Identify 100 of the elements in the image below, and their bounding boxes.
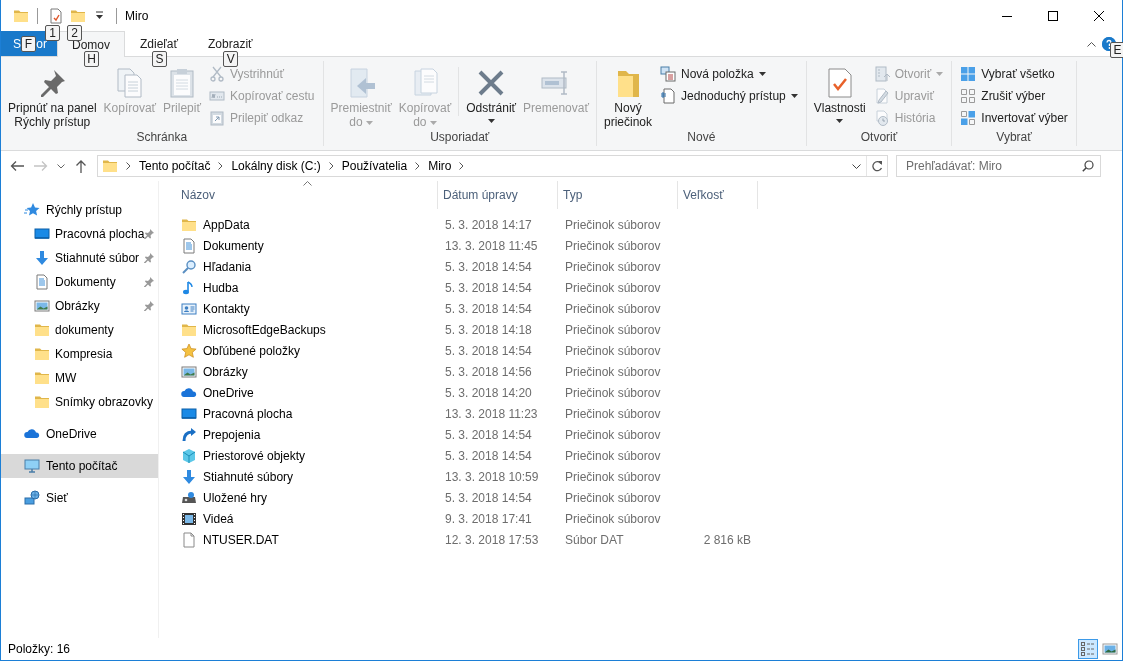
file-name[interactable]: AppData	[203, 217, 250, 232]
ribbon-tab[interactable]: Zobraziť	[208, 36, 253, 52]
keytip: S	[152, 51, 167, 67]
file-type: Priečinok súborov	[564, 490, 662, 505]
file-name[interactable]: Obrázky	[203, 364, 248, 379]
contact-card-icon	[181, 300, 197, 317]
breadcrumb-item[interactable]: Používatelia	[341, 159, 408, 173]
curved-arrow-icon	[181, 426, 197, 443]
grid-icon	[960, 87, 977, 104]
view-button[interactable]	[1078, 639, 1098, 659]
file-name[interactable]: Uložené hry	[203, 490, 268, 505]
network-icon	[24, 490, 40, 506]
file-type: Priečinok súborov	[564, 280, 662, 295]
ribbon-tab[interactable]: Zdieľať	[140, 36, 179, 52]
navigation-item[interactable]: Sieť	[1, 486, 158, 510]
folder-icon	[34, 322, 50, 338]
modified-date: 5. 3. 2018 14:18	[444, 322, 533, 337]
document-icon	[181, 237, 197, 254]
file-name[interactable]: Hudba	[203, 280, 239, 295]
ribbon-button[interactable]: Jednoduchý prístup	[660, 86, 802, 105]
file-type: Priečinok súborov	[564, 301, 662, 316]
folder-icon	[34, 370, 50, 386]
ribbon-button[interactable]: Zrušiť výber	[960, 86, 1072, 105]
ribbon-button[interactable]: Odstrániť	[463, 61, 520, 123]
navigation-item[interactable]: Kompresia	[1, 342, 158, 366]
folder-icon	[34, 346, 50, 362]
address-field[interactable]: Tento počítač Lokálny disk (C:) Používatelia Miro	[97, 155, 888, 177]
column-header[interactable]: Veľkosť	[678, 181, 758, 209]
ribbon-button[interactable]: Nový priečinok	[600, 61, 655, 129]
modified-date: 12. 3. 2018 17:53	[444, 532, 540, 547]
refresh-icon	[871, 160, 883, 172]
film-icon	[181, 510, 197, 527]
file-type: Priečinok súborov	[564, 448, 662, 463]
modified-date: 9. 3. 2018 17:41	[444, 511, 533, 526]
navigation-item[interactable]: Rýchly prístup	[1, 198, 158, 222]
magnifier-icon	[181, 258, 197, 275]
file-name[interactable]: Obľúbené položky	[203, 343, 300, 358]
navigation-item[interactable]: MW	[1, 366, 158, 390]
file-name[interactable]: Kontakty	[203, 301, 250, 316]
pin-icon	[144, 253, 154, 263]
modified-date: 5. 3. 2018 14:54	[444, 301, 533, 316]
file-name[interactable]: Videá	[203, 511, 234, 526]
column-header[interactable]: Typ	[558, 181, 678, 209]
file-name[interactable]: NTUSER.DAT	[203, 532, 279, 547]
group-label: Nové	[686, 130, 717, 146]
chevron-down-icon	[851, 163, 861, 169]
modified-date: 13. 3. 2018 10:59	[444, 469, 540, 484]
chevron-right-icon	[126, 162, 131, 170]
breadcrumb-item[interactable]: Miro	[428, 159, 452, 173]
navigation-item[interactable]: Dokumenty	[1, 270, 158, 294]
file-type: Priečinok súborov	[564, 364, 662, 379]
chevron-up-icon	[1087, 40, 1096, 47]
collapse-ribbon-button[interactable]	[1087, 40, 1096, 47]
ribbon-button[interactable]: Nová položka	[660, 64, 802, 83]
navigation-item[interactable]: Obrázky	[1, 294, 158, 318]
file-name[interactable]: Hľadania	[203, 259, 252, 274]
navigation-item[interactable]: Stiahnuté súbor	[1, 246, 158, 270]
pin-icon	[144, 229, 154, 239]
details-view-icon	[1080, 641, 1096, 657]
navigation-item[interactable]: OneDrive	[1, 422, 158, 446]
file-name[interactable]: Prepojenia	[203, 427, 261, 442]
file-type: Priečinok súborov	[564, 511, 662, 526]
back-arrow-icon	[10, 160, 24, 172]
download-arrow-icon	[34, 250, 50, 266]
column-header[interactable]: Dátum úpravy	[438, 181, 558, 209]
chevron-down-icon	[57, 163, 65, 169]
scissors-icon	[208, 65, 225, 82]
open-icon	[873, 65, 890, 82]
breadcrumb-item[interactable]: Tento počítač	[139, 159, 211, 173]
navigation-item[interactable]: Pracovná plocha	[1, 222, 158, 246]
column-header[interactable]: Názov	[176, 181, 438, 209]
file-type: Priečinok súborov	[564, 343, 662, 358]
file-name[interactable]: Dokumenty	[203, 238, 264, 253]
file-name[interactable]: MicrosoftEdgeBackups	[203, 322, 326, 337]
keytip: V	[223, 51, 239, 67]
ribbon-button[interactable]: Invertovať výber	[960, 108, 1072, 127]
search-field[interactable]: Prehľadávať: Miro	[896, 155, 1101, 177]
navigation-item[interactable]: Snímky obrazovky	[1, 390, 158, 414]
file-name[interactable]: OneDrive	[203, 385, 254, 400]
ribbon-button[interactable]: Vybrať všetko	[960, 64, 1072, 83]
dropdown-arrow-icon	[429, 120, 437, 125]
navigation-item[interactable]: Tento počítač	[1, 454, 158, 478]
breadcrumb-item[interactable]: Lokálny disk (C:)	[231, 159, 321, 173]
file-type: Súbor DAT	[564, 532, 625, 547]
properties-icon	[47, 7, 64, 24]
star-icon	[24, 202, 40, 218]
group-label: Vybrať	[995, 130, 1033, 146]
modified-date: 5. 3. 2018 14:20	[444, 385, 533, 400]
pin-icon	[144, 301, 154, 311]
new-item-icon	[660, 65, 676, 82]
keytip: 2	[67, 24, 82, 41]
sort-ascending-icon	[302, 181, 312, 186]
gamepad-icon	[181, 489, 197, 506]
file-name[interactable]: Pracovná plocha	[203, 406, 293, 421]
dropdown-arrow-icon	[836, 119, 844, 123]
file-type: Priečinok súborov	[564, 259, 662, 274]
navigation-item[interactable]: dokumenty	[1, 318, 158, 342]
file-name[interactable]: Stiahnuté súbory	[203, 469, 294, 484]
ribbon-button[interactable]: Vlastnosti	[810, 61, 869, 123]
file-name[interactable]: Priestorové objekty	[203, 448, 306, 463]
